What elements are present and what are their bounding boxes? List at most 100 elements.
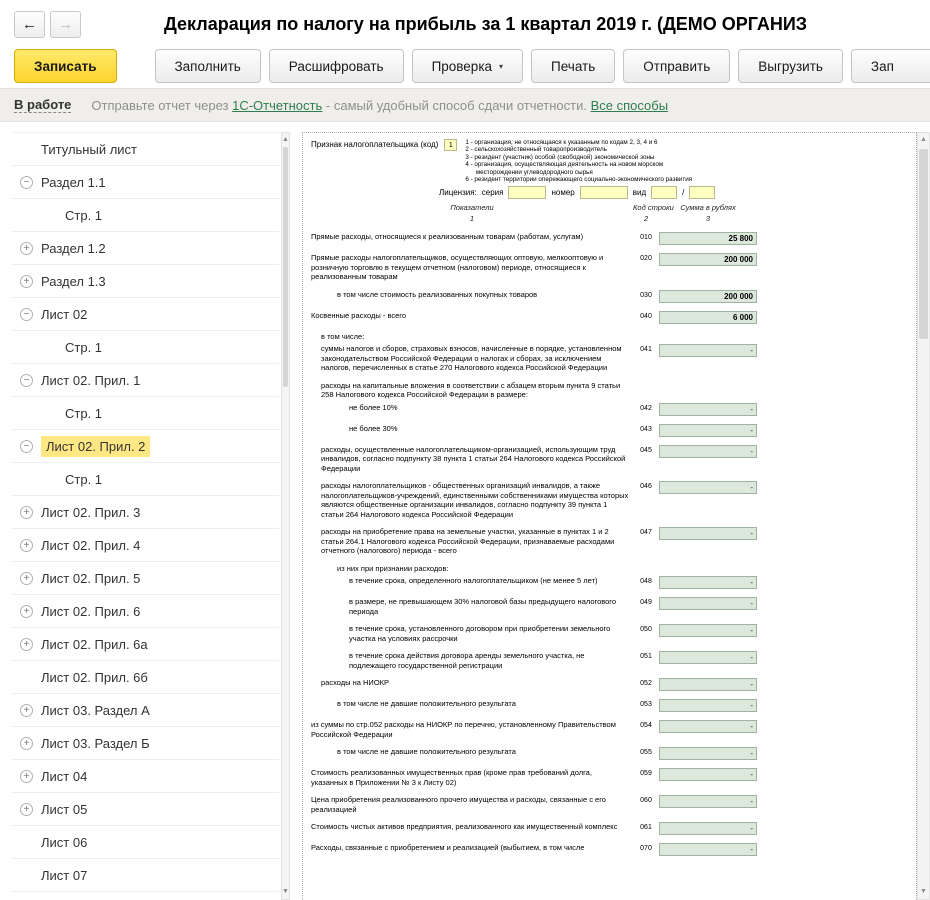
sidebar-item[interactable]: + Лист 02. Прил. 5 (12, 562, 279, 595)
sidebar-item[interactable]: Стр. 1 (12, 331, 279, 364)
form-row-field[interactable]: 200 000 (659, 289, 757, 303)
forward-button[interactable]: → (50, 10, 81, 38)
back-button[interactable]: ← (14, 10, 45, 38)
form-row-field[interactable]: - (659, 699, 757, 713)
form-row-field[interactable]: - (659, 624, 757, 638)
form-row-code: 059 (640, 770, 652, 778)
license-kind-field[interactable] (651, 186, 678, 200)
form-row-field[interactable]: - (659, 651, 757, 665)
form-row-code: 055 (640, 749, 652, 757)
form-row-field[interactable]: - (659, 768, 757, 782)
chevron-down-icon: ▾ (499, 61, 504, 71)
save-button[interactable]: Записать (14, 49, 117, 83)
tree-expander-icon[interactable]: + (20, 703, 33, 717)
tree-expander-icon[interactable]: + (20, 769, 33, 783)
truncated-button[interactable]: Зап (850, 49, 930, 83)
form-row-field[interactable]: - (659, 527, 757, 541)
send-button[interactable]: Отправить (623, 49, 731, 83)
sidebar-item[interactable]: + Лист 02. Прил. 3 (12, 496, 279, 529)
reporting-service-link[interactable]: 1С-Отчетность (232, 98, 322, 113)
back-arrow-icon: ← (22, 15, 37, 33)
form-row-field[interactable]: - (659, 843, 757, 857)
tree-expander-icon[interactable]: + (20, 274, 33, 288)
form-row-field[interactable]: - (659, 822, 757, 836)
sidebar-item[interactable]: Лист 07 (12, 859, 279, 892)
form-row-field[interactable]: - (659, 576, 757, 590)
tree-expander-icon[interactable]: + (20, 802, 33, 816)
form-scrollbar-thumb[interactable] (919, 149, 928, 339)
form-row-field[interactable]: - (659, 597, 757, 611)
form-row-field[interactable]: - (659, 747, 757, 761)
form-scrollbar[interactable]: ▲ ▼ (917, 132, 930, 900)
form-row-field[interactable]: - (659, 402, 757, 416)
sidebar-item[interactable]: + Лист 02. Прил. 4 (12, 529, 279, 562)
fill-button[interactable]: Заполнить (154, 49, 261, 83)
scroll-down-icon[interactable]: ▼ (918, 886, 929, 898)
tree-expander-icon[interactable]: + (20, 637, 33, 651)
license-number-field[interactable] (579, 186, 628, 200)
content-area: Титульный лист − Раздел 1.1 Стр. 1 + Раз… (0, 122, 930, 900)
sidebar-item[interactable]: Титульный лист (12, 133, 279, 166)
license-series-field[interactable] (508, 186, 547, 200)
tree-expander-icon[interactable]: − (20, 175, 33, 189)
form-row-field[interactable]: - (659, 344, 757, 358)
tree-expander-icon[interactable]: + (20, 538, 33, 552)
tree-expander-icon[interactable]: + (20, 571, 33, 585)
status-message: Отправьте отчет через 1С-Отчетность - са… (91, 98, 668, 113)
statusbar: В работе Отправьте отчет через 1С-Отчетн… (0, 88, 930, 122)
tree-expander-icon[interactable]: + (20, 604, 33, 618)
sidebar-item[interactable]: + Лист 02. Прил. 6 (12, 595, 279, 628)
sidebar-item[interactable]: − Раздел 1.1 (12, 166, 279, 199)
form-row-label: Расходы, связанные с приобретением и реа… (311, 843, 585, 853)
form-row: в том числе не давшие положительного рез… (311, 699, 912, 713)
all-methods-link[interactable]: Все способы (591, 98, 668, 113)
form-row-field[interactable]: - (659, 444, 757, 458)
sidebar-item[interactable]: + Раздел 1.3 (12, 265, 279, 298)
sidebar-item[interactable]: − Лист 02. Прил. 2 (12, 430, 279, 463)
sidebar-scrollbar[interactable]: ▲ ▼ (281, 132, 290, 900)
form-row-label: расходы на приобретение права на земельн… (321, 527, 615, 556)
check-button[interactable]: Проверка ▾ (411, 49, 524, 83)
form-row-field[interactable]: - (659, 481, 757, 495)
sidebar-item[interactable]: + Лист 04 (12, 760, 279, 793)
sidebar-item[interactable]: Стр. 1 (12, 199, 279, 232)
form-row-field[interactable]: 6 000 (659, 310, 757, 324)
sidebar-scrollbar-thumb[interactable] (283, 147, 288, 387)
form-row-label: расходы, осуществленные налогоплательщик… (321, 444, 626, 473)
tree-expander-icon[interactable]: − (20, 373, 33, 387)
sidebar-item[interactable]: − Лист 02. Прил. 1 (12, 364, 279, 397)
scroll-up-icon[interactable]: ▲ (282, 134, 289, 146)
sidebar-item[interactable]: + Лист 03. Раздел А (12, 694, 279, 727)
form-row-field[interactable]: - (659, 795, 757, 809)
form-row-field[interactable]: 200 000 (659, 253, 757, 267)
form-row-field[interactable]: - (659, 678, 757, 692)
scroll-down-icon[interactable]: ▼ (282, 886, 289, 898)
sidebar-item[interactable]: − Лист 02 (12, 298, 279, 331)
sections-sidebar: Титульный лист − Раздел 1.1 Стр. 1 + Раз… (12, 132, 290, 900)
form-row-label: в течение срока, установленного договоро… (349, 624, 611, 643)
print-button[interactable]: Печать (531, 49, 616, 83)
sidebar-item[interactable]: Лист 06 (12, 826, 279, 859)
scroll-up-icon[interactable]: ▲ (918, 134, 929, 146)
sidebar-item[interactable]: Стр. 1 (12, 463, 279, 496)
form-row-code: 045 (640, 446, 652, 454)
sidebar-item[interactable]: + Лист 03. Раздел Б (12, 727, 279, 760)
tree-expander-icon[interactable]: + (20, 505, 33, 519)
sidebar-item[interactable]: + Лист 05 (12, 793, 279, 826)
form-row-field[interactable]: 25 800 (659, 232, 757, 246)
form-row-field[interactable]: - (659, 423, 757, 437)
sidebar-item[interactable]: Стр. 1 (12, 397, 279, 430)
taxpayer-attribute-field[interactable]: 1 (444, 139, 458, 151)
tree-expander-icon[interactable]: + (20, 736, 33, 750)
status-link[interactable]: В работе (14, 97, 72, 113)
tree-expander-icon[interactable]: + (20, 241, 33, 255)
sidebar-item[interactable]: + Раздел 1.2 (12, 232, 279, 265)
license-kind2-field[interactable] (689, 186, 716, 200)
sidebar-item[interactable]: Лист 02. Прил. 6б (12, 661, 279, 694)
sidebar-item[interactable]: + Лист 02. Прил. 6а (12, 628, 279, 661)
tree-expander-icon[interactable]: − (20, 439, 33, 453)
export-button[interactable]: Выгрузить (738, 49, 843, 83)
decipher-button[interactable]: Расшифровать (268, 49, 404, 83)
form-row-field[interactable]: - (659, 720, 757, 734)
tree-expander-icon[interactable]: − (20, 307, 33, 321)
